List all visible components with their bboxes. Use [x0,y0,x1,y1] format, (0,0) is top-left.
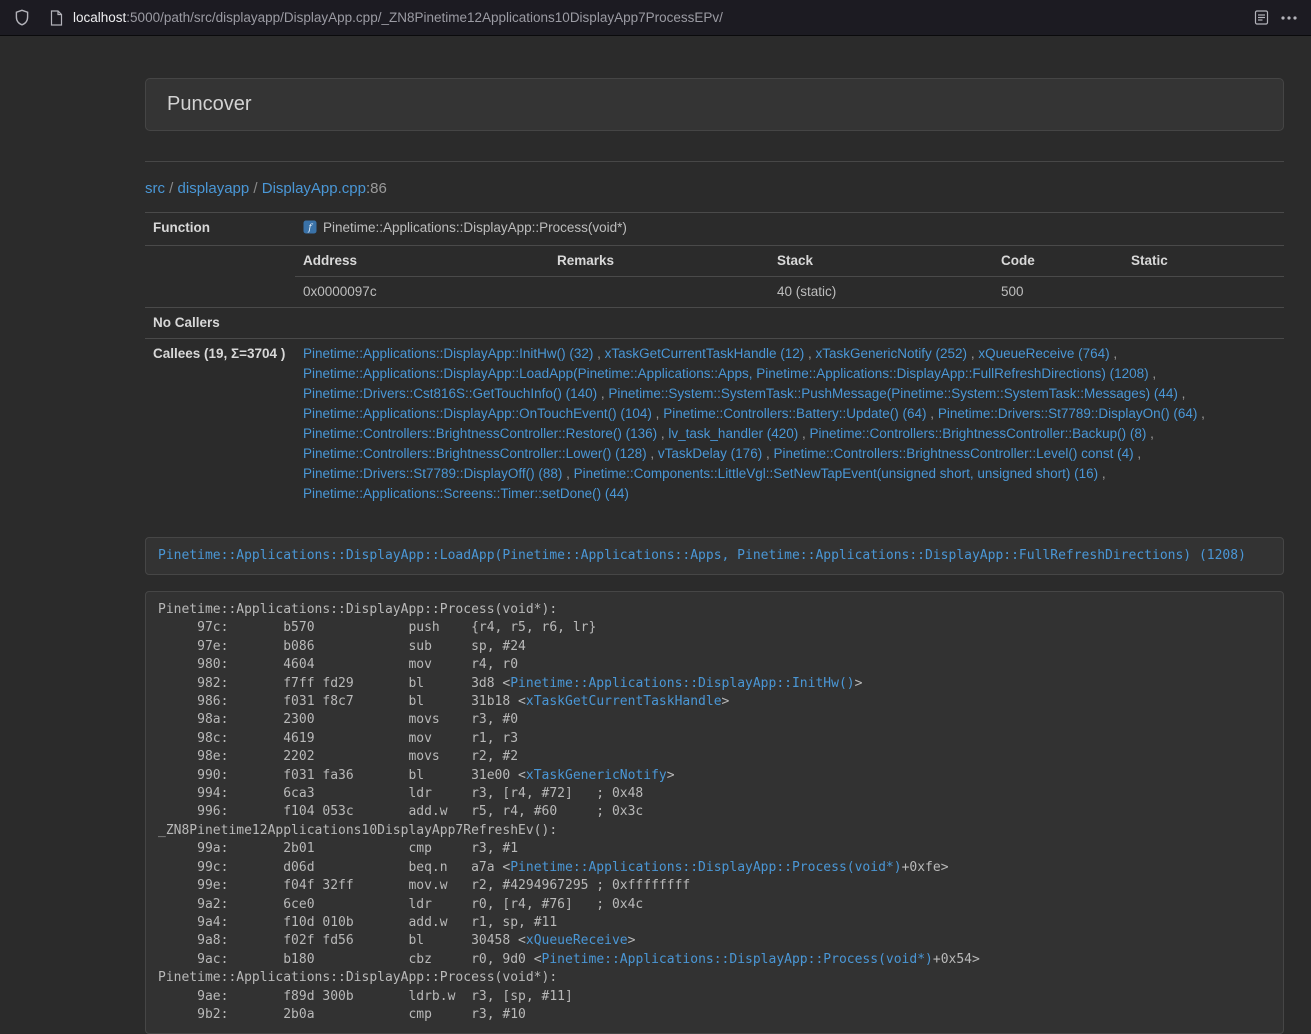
content-container: Puncover src / displayapp / DisplayApp.c… [145,78,1284,1034]
url-text: localhost:5000/path/src/displayapp/Displ… [73,10,723,25]
function-icon: f [303,220,317,240]
callee-separator: , [647,446,658,461]
stats-header: Code [993,246,1123,277]
callee-separator: , [1134,446,1142,461]
callee-separator: , [1178,386,1186,401]
breadcrumb-link[interactable]: DisplayApp.cpp [262,180,366,197]
callee-link[interactable]: Pinetime::Controllers::BrightnessControl… [810,426,1147,441]
breadcrumb-line-number: :86 [366,180,387,197]
page-title: Puncover [167,93,1262,116]
callee-link[interactable]: lv_task_handler (420) [668,426,798,441]
callee-separator: , [967,346,978,361]
callee-link[interactable]: Pinetime::Drivers::St7789::DisplayOn() (… [938,406,1198,421]
callee-separator: , [762,446,773,461]
callee-separator: , [1098,466,1106,481]
callees-list: Pinetime::Applications::DisplayApp::Init… [295,339,1284,510]
callee-separator: , [652,406,663,421]
stats-value [549,277,769,308]
callee-separator: , [593,346,604,361]
stats-value: 500 [993,277,1123,308]
selected-symbol-panel: Pinetime::Applications::DisplayApp::Load… [145,537,1284,575]
stats-header: Static [1123,246,1284,277]
callee-separator: , [927,406,938,421]
shield-icon[interactable] [14,9,30,26]
callee-separator: , [562,466,573,481]
stats-table: AddressRemarksStackCodeStatic 0x0000097c… [295,246,1284,307]
callees-row: Callees (19, Σ=3704 ) Pinetime::Applicat… [145,339,1284,510]
callee-link[interactable]: Pinetime::Controllers::Battery::Update()… [663,406,926,421]
breadcrumb-separator: / [165,180,178,197]
callee-separator: , [1110,346,1118,361]
reader-view-icon[interactable] [1254,10,1269,25]
stats-header-row: AddressRemarksStackCodeStatic [295,246,1284,277]
disassembly-symbol-link[interactable]: xTaskGenericNotify [526,768,667,783]
function-cell: f Pinetime::Applications::DisplayApp::Pr… [295,213,1284,246]
callers-row: No Callers [145,308,1284,339]
stats-value-row: 0x0000097c 40 (static)500 [295,277,1284,308]
disassembly-symbol-link[interactable]: Pinetime::Applications::DisplayApp::Init… [510,676,854,691]
callee-link[interactable]: Pinetime::Controllers::BrightnessControl… [303,446,647,461]
callee-link[interactable]: xTaskGetCurrentTaskHandle (12) [605,346,805,361]
callee-separator: , [657,426,668,441]
browser-toolbar: localhost:5000/path/src/displayapp/Displ… [0,0,1311,36]
callee-link[interactable]: Pinetime::Applications::DisplayApp::Load… [303,366,1149,381]
callee-separator: , [1146,426,1154,441]
callee-separator: , [804,346,815,361]
function-row: Function f Pinetime::Applications::Displ… [145,213,1284,246]
callee-link[interactable]: xTaskGenericNotify (252) [816,346,968,361]
function-row-label: Function [145,213,295,246]
callers-cell [295,308,1284,339]
callee-link[interactable]: Pinetime::Controllers::BrightnessControl… [773,446,1133,461]
stats-value [1123,277,1284,308]
stats-row-container: AddressRemarksStackCodeStatic 0x0000097c… [145,246,1284,308]
callees-label: Callees (19, Σ=3704 ) [145,339,295,510]
callee-link[interactable]: Pinetime::Applications::DisplayApp::OnTo… [303,406,652,421]
callee-link[interactable]: Pinetime::System::SystemTask::PushMessag… [608,386,1177,401]
divider [145,161,1284,162]
callee-link[interactable]: vTaskDelay (176) [658,446,762,461]
disassembly-symbol-link[interactable]: Pinetime::Applications::DisplayApp::Proc… [510,860,901,875]
callee-link[interactable]: Pinetime::Controllers::BrightnessControl… [303,426,657,441]
disassembly-symbol-link[interactable]: Pinetime::Applications::DisplayApp::Proc… [542,952,933,967]
stats-value: 0x0000097c [295,277,549,308]
stats-value: 40 (static) [769,277,993,308]
disassembly-symbol-link[interactable]: xQueueReceive [526,933,628,948]
url-host: localhost [73,10,126,25]
url-path: :5000/path/src/displayapp/DisplayApp.cpp… [126,10,723,25]
callee-link[interactable]: Pinetime::Applications::Screens::Timer::… [303,486,629,501]
callee-link[interactable]: Pinetime::Components::LittleVgl::SetNewT… [574,466,1099,481]
callee-link[interactable]: Pinetime::Drivers::St7789::DisplayOff() … [303,466,562,481]
selected-symbol-link[interactable]: Pinetime::Applications::DisplayApp::Load… [158,548,1246,563]
page-icon [50,10,63,26]
callee-separator: , [1149,366,1157,381]
function-name: Pinetime::Applications::DisplayApp::Proc… [323,220,627,235]
callee-link[interactable]: Pinetime::Applications::DisplayApp::Init… [303,346,593,361]
stats-header: Remarks [549,246,769,277]
breadcrumb-separator: / [249,180,262,197]
app-header-panel: Puncover [145,78,1284,131]
stats-header: Address [295,246,549,277]
url-bar[interactable]: localhost:5000/path/src/displayapp/Displ… [42,10,1242,26]
callee-separator: , [798,426,809,441]
breadcrumb: src / displayapp / DisplayApp.cpp:86 [145,179,1284,199]
disassembly-symbol-link[interactable]: xTaskGetCurrentTaskHandle [526,694,722,709]
overflow-menu-icon[interactable] [1281,16,1297,20]
callee-separator: , [1197,406,1205,421]
callee-link[interactable]: Pinetime::Drivers::Cst816S::GetTouchInfo… [303,386,597,401]
breadcrumb-link[interactable]: src [145,180,165,197]
stats-header: Stack [769,246,993,277]
stats-row-label [145,246,295,308]
disassembly-block: Pinetime::Applications::DisplayApp::Proc… [145,591,1284,1034]
callee-separator: , [597,386,608,401]
no-callers-label: No Callers [145,308,295,339]
callee-link[interactable]: xQueueReceive (764) [978,346,1109,361]
breadcrumb-link[interactable]: displayapp [178,180,250,197]
stats-cell: AddressRemarksStackCodeStatic 0x0000097c… [295,246,1284,308]
symbol-table: Function f Pinetime::Applications::Displ… [145,212,1284,509]
page-content: Puncover src / displayapp / DisplayApp.c… [0,36,1311,1034]
